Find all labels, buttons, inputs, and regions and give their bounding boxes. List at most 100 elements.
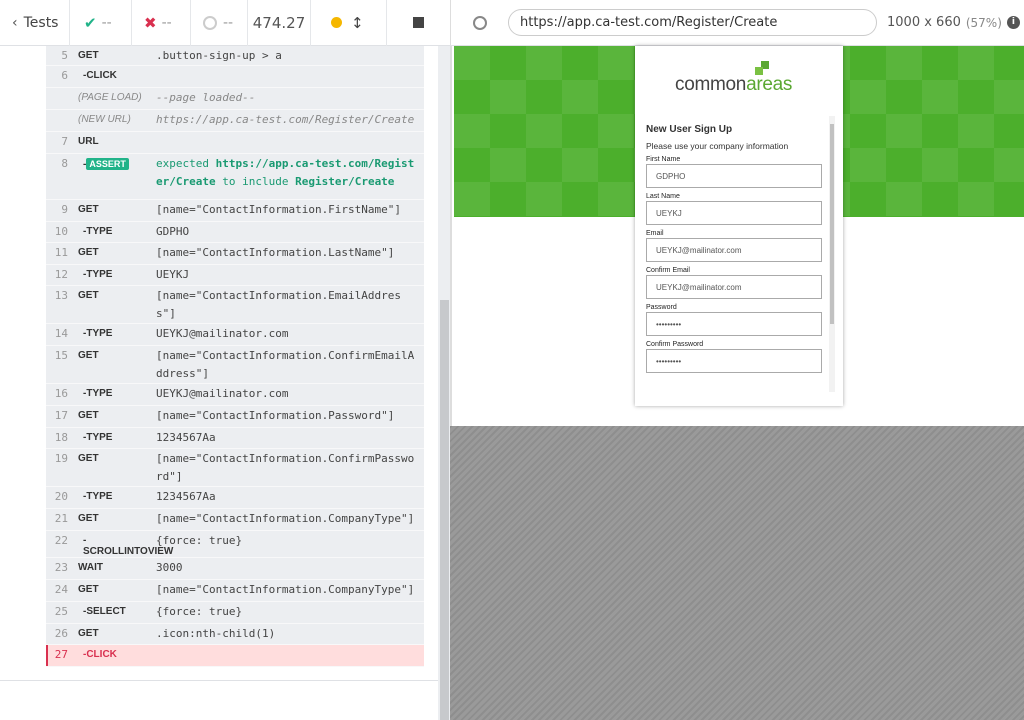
stop-button[interactable] <box>387 0 450 46</box>
command-name: -TYPE <box>83 226 113 237</box>
command-name: (PAGE LOAD) <box>78 92 142 103</box>
command-row[interactable]: 7 URL <box>46 132 424 154</box>
command-row[interactable]: 20 -TYPE 1234567Aa <box>46 487 424 509</box>
command-row[interactable]: 13 GET [name="ContactInformation.EmailAddr… <box>46 286 424 324</box>
command-row[interactable]: 23 WAIT 3000 <box>46 558 424 580</box>
banner-photo-tile <box>526 114 562 148</box>
fail-indicator <box>46 645 48 666</box>
banner-photo-tile <box>490 80 526 114</box>
command-row[interactable]: 21 GET [name="ContactInformation.CompanyTy… <box>46 509 424 531</box>
command-number: 25 <box>54 605 68 618</box>
form-input[interactable]: GDPHO <box>646 164 822 188</box>
banner-photo-tile <box>922 80 958 114</box>
passed-stat[interactable]: ✔ -- <box>70 0 132 46</box>
command-row[interactable]: 14 -TYPE UEYKJ@mailinator.com <box>46 324 424 346</box>
command-message: [name="ContactInformation.ConfirmEmailAd… <box>156 349 415 380</box>
url-display[interactable]: https://app.ca-test.com/Register/Create <box>508 9 877 36</box>
command-message <box>156 646 424 666</box>
command-row[interactable]: 22 -SCROLLINTOVIEW {force: true} <box>46 531 424 558</box>
form-input[interactable]: UEYKJ@mailinator.com <box>646 238 822 262</box>
command-message: 1234567Aa <box>156 431 216 444</box>
command-row[interactable]: 9 GET [name="ContactInformation.FirstName"… <box>46 200 424 222</box>
command-row[interactable]: 17 GET [name="ContactInformation.Password"… <box>46 406 424 428</box>
command-name: -SELECT <box>83 606 126 617</box>
command-message: UEYKJ <box>156 268 190 281</box>
command-number: 5 <box>61 49 68 62</box>
command-name: -CLICK <box>83 70 117 81</box>
selector-playground-button[interactable] <box>451 15 508 30</box>
field-label: Email <box>646 230 664 237</box>
form-fields: First Name GDPHO Last Name UEYKJ Email UEYKJ@… <box>646 156 828 373</box>
banner-photo-tile <box>886 46 922 80</box>
form-scrollbar-thumb[interactable] <box>830 124 834 324</box>
command-row[interactable]: 19 GET [name="ContactInformation.ConfirmPa… <box>46 449 424 487</box>
command-row[interactable]: (NEW URL) https://app.ca-test.com/Registe… <box>46 110 424 132</box>
command-message: [name="ContactInformation.FirstName"] <box>156 203 402 216</box>
command-name: URL <box>78 136 99 147</box>
aut-background <box>450 426 1024 720</box>
reporter-scrollbar-thumb[interactable] <box>440 300 449 720</box>
command-number: 20 <box>54 490 68 503</box>
running-indicator-icon <box>331 17 342 28</box>
form-subtitle: Please use your company information <box>646 141 789 151</box>
command-row[interactable]: 5 GET .button-sign-up > a <box>46 46 424 66</box>
command-name: -TYPE <box>83 432 113 443</box>
form-input[interactable]: UEYKJ@mailinator.com <box>646 275 822 299</box>
banner-photo-tile <box>526 182 562 216</box>
form-input[interactable]: UEYKJ <box>646 201 822 225</box>
cypress-runner: ‹ Tests ✔ -- ✖ -- -- 474.27 ↕ 5 GET .but… <box>0 0 1024 720</box>
command-name: GET <box>78 513 99 524</box>
aut-header: https://app.ca-test.com/Register/Create … <box>450 0 1024 46</box>
banner-photo-tile <box>454 182 490 216</box>
command-number: 6 <box>61 69 68 82</box>
run-status-controls: ↕ <box>311 0 387 46</box>
form-input[interactable]: ••••••••• <box>646 349 822 373</box>
command-row[interactable]: 12 -TYPE UEYKJ <box>46 265 424 286</box>
command-row[interactable]: 27 -CLICK <box>46 645 424 667</box>
reporter-panel: ‹ Tests ✔ -- ✖ -- -- 474.27 ↕ 5 GET .but… <box>0 0 450 720</box>
command-message: https://app.ca-test.com/Register/Create <box>156 113 415 126</box>
check-icon: ✔ <box>84 13 97 32</box>
command-number: 18 <box>54 431 68 444</box>
command-name: -TYPE <box>83 388 113 399</box>
command-message: GDPHO <box>156 225 190 238</box>
tests-label: Tests <box>23 14 59 31</box>
command-row[interactable]: 24 GET [name="ContactInformation.CompanyTy… <box>46 580 424 602</box>
banner-photo-tile <box>526 46 562 80</box>
passed-count: -- <box>101 14 112 31</box>
command-number: 11 <box>54 246 68 259</box>
command-row[interactable]: 15 GET [name="ContactInformation.ConfirmEm… <box>46 346 424 384</box>
command-number: 9 <box>61 203 68 216</box>
command-row[interactable]: 25 -SELECT {force: true} <box>46 602 424 624</box>
command-row[interactable]: 26 GET .icon:nth-child(1) <box>46 624 424 645</box>
command-row[interactable]: 6 -CLICK <box>46 66 424 88</box>
command-row[interactable]: (PAGE LOAD) --page loaded-- <box>46 88 424 110</box>
command-message: 3000 <box>156 561 183 574</box>
command-name: GET <box>78 247 99 258</box>
tests-button[interactable]: ‹ Tests <box>0 0 70 46</box>
command-row[interactable]: 8 - ASSERT expected https://app.ca-test.com… <box>46 154 424 200</box>
command-number: 12 <box>54 268 68 281</box>
failed-stat[interactable]: ✖ -- <box>132 0 191 46</box>
banner-photo-tile <box>958 46 994 80</box>
assert-badge: ASSERT <box>86 158 129 170</box>
command-row[interactable]: 16 -TYPE UEYKJ@mailinator.com <box>46 384 424 406</box>
command-message: --page loaded-- <box>156 91 256 104</box>
command-number: 14 <box>54 327 68 340</box>
form-title: New User Sign Up <box>646 124 733 135</box>
logo-areas: areas <box>746 74 793 95</box>
command-name: GET <box>78 290 99 301</box>
command-message: UEYKJ@mailinator.com <box>156 327 289 340</box>
banner-photo-tile <box>850 80 886 114</box>
pending-stat[interactable]: -- <box>191 0 248 46</box>
command-row[interactable]: 10 -TYPE GDPHO <box>46 222 424 243</box>
viewport-info[interactable]: 1000 x 660 (57%) i <box>887 15 1020 30</box>
form-input[interactable]: ••••••••• <box>646 312 822 336</box>
field-label: Last Name <box>646 193 680 200</box>
command-message: [name="ContactInformation.CompanyType"] <box>156 583 415 596</box>
scroll-toggle-icon[interactable]: ↕ <box>351 14 364 32</box>
command-row[interactable]: 11 GET [name="ContactInformation.LastName"… <box>46 243 424 265</box>
command-message: [name="ContactInformation.CompanyType"] <box>156 512 415 525</box>
command-row[interactable]: 18 -TYPE 1234567Aa <box>46 428 424 449</box>
command-name: -CLICK <box>83 649 117 660</box>
